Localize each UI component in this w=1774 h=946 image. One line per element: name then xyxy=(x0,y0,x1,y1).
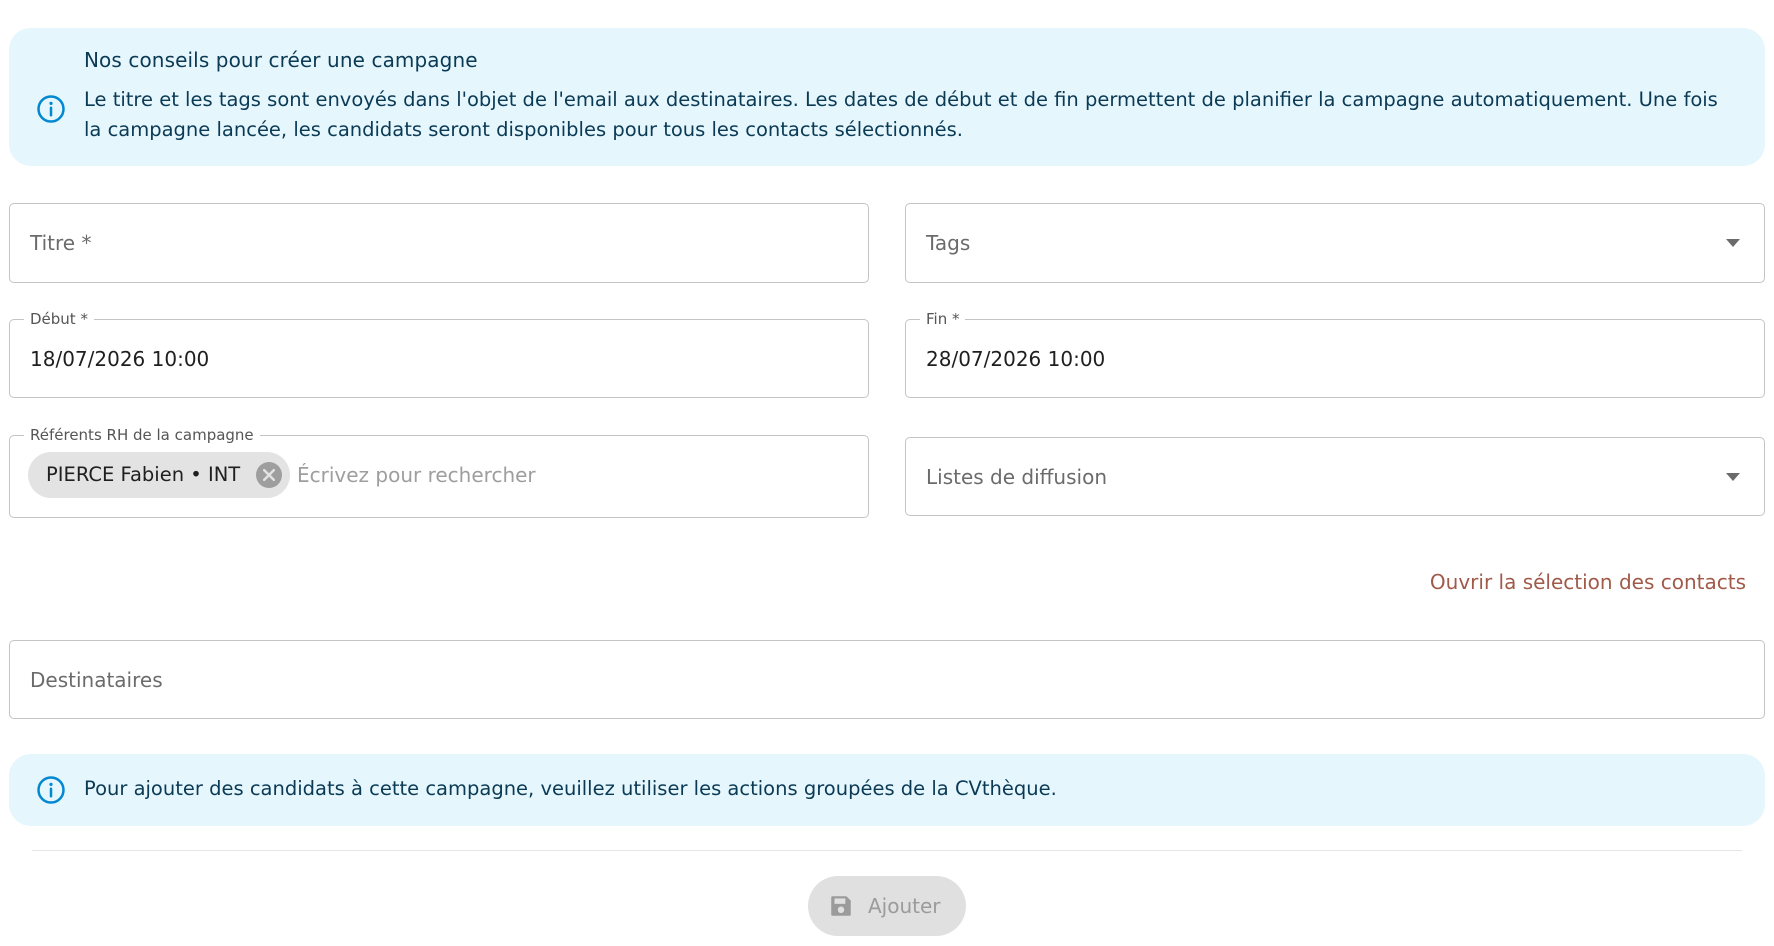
start-date-label: Début * xyxy=(24,310,94,328)
info-icon xyxy=(37,776,65,804)
end-date-value: 28/07/2026 10:00 xyxy=(926,346,1106,371)
notice-alert: Pour ajouter des candidats à cette campa… xyxy=(9,754,1765,826)
referents-label: Référents RH de la campagne xyxy=(24,426,260,444)
tips-text: Le titre et les tags sont envoyés dans l… xyxy=(84,88,1718,141)
start-date-value: 18/07/2026 10:00 xyxy=(30,346,210,371)
save-icon xyxy=(831,896,851,916)
referents-search-input[interactable] xyxy=(297,460,837,490)
tips-title: Nos conseils pour créer une campagne xyxy=(84,48,478,72)
lists-placeholder: Listes de diffusion xyxy=(926,464,1107,489)
close-icon[interactable] xyxy=(256,462,283,488)
referents-field[interactable]: Référents RH de la campagne PIERCE Fabie… xyxy=(9,426,869,518)
add-button-label: Ajouter xyxy=(868,894,941,918)
referent-chip-label: PIERCE Fabien • INT xyxy=(46,463,241,486)
info-icon xyxy=(37,95,65,123)
lists-select[interactable]: Listes de diffusion xyxy=(905,437,1765,516)
tags-select[interactable]: Tags xyxy=(905,203,1765,283)
recipients-placeholder: Destinataires xyxy=(30,667,163,692)
title-field[interactable]: Titre * xyxy=(9,203,869,283)
caret-down-icon[interactable] xyxy=(1726,472,1740,481)
start-date-field[interactable]: Début * 18/07/2026 10:00 xyxy=(9,310,869,398)
end-date-label: Fin * xyxy=(920,310,966,328)
open-contacts-link[interactable]: Ouvrir la sélection des contacts xyxy=(1430,570,1746,594)
notice-text: Pour ajouter des candidats à cette campa… xyxy=(84,777,1057,800)
tips-alert: Nos conseils pour créer une campagne Le … xyxy=(9,28,1765,166)
add-button[interactable]: Ajouter xyxy=(808,876,966,936)
caret-down-icon[interactable] xyxy=(1726,239,1740,247)
tags-placeholder: Tags xyxy=(926,231,971,255)
recipients-field[interactable]: Destinataires xyxy=(9,640,1765,719)
title-placeholder: Titre * xyxy=(30,231,92,255)
end-date-field[interactable]: Fin * 28/07/2026 10:00 xyxy=(905,310,1765,398)
divider xyxy=(32,850,1742,851)
referent-chip[interactable]: PIERCE Fabien • INT xyxy=(28,452,291,498)
